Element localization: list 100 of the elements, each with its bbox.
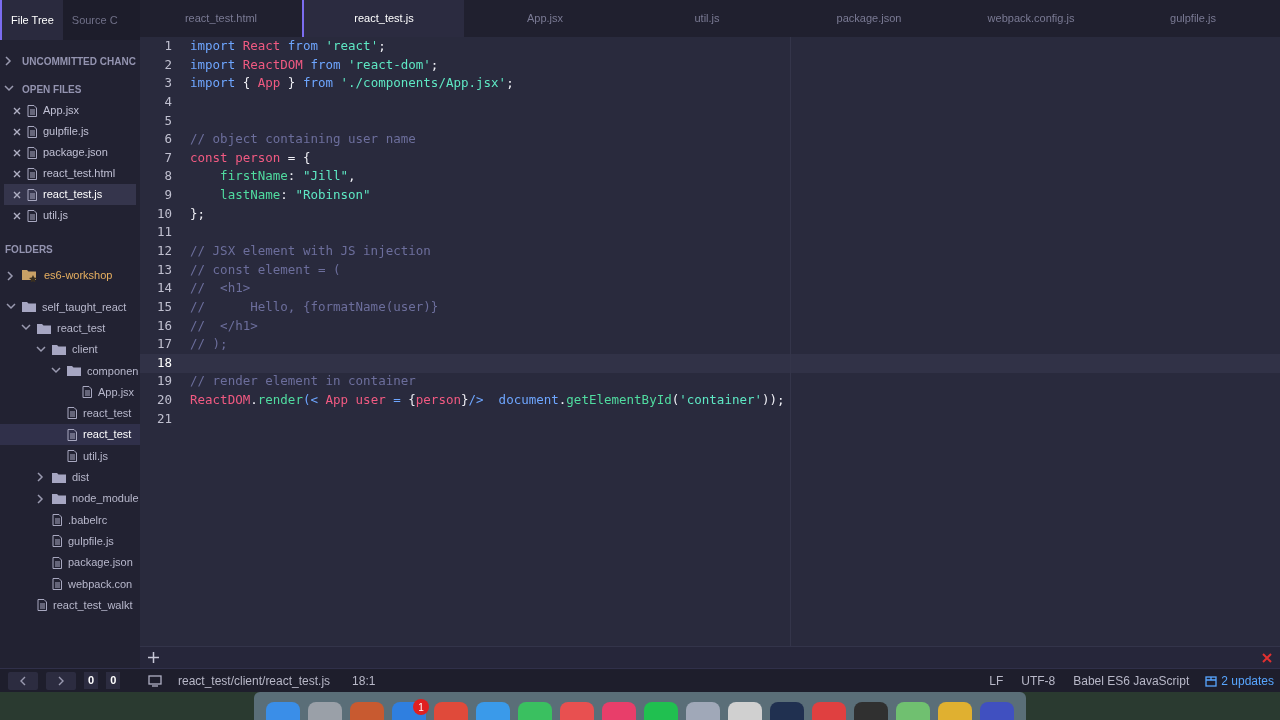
tree-item[interactable]: self_taught_react: [0, 296, 140, 318]
file-name: gulpfile.js: [68, 533, 114, 549]
folder-icon: [52, 493, 66, 505]
line-number: 13: [155, 260, 173, 279]
editor-tab[interactable]: gulpfile.js: [1112, 0, 1274, 37]
editor-tab[interactable]: util.js: [626, 0, 788, 37]
editor-tab[interactable]: react_test.js: [302, 0, 464, 37]
tree-item[interactable]: react_test: [0, 317, 140, 339]
file-name: react_test.html: [43, 166, 116, 182]
folder-star-icon: [22, 269, 38, 283]
tree-item[interactable]: package.json: [0, 551, 140, 574]
file-name: package.json: [43, 145, 108, 161]
tree-item[interactable]: node_module: [0, 487, 140, 510]
tree-item[interactable]: es6-workshop: [0, 265, 140, 287]
tree-item[interactable]: dist: [0, 466, 140, 488]
close-icon: [13, 211, 21, 220]
line-number: 1: [163, 36, 173, 55]
file-icon: [27, 167, 37, 180]
code-line: import React from 'react';: [190, 36, 386, 55]
tree-item[interactable]: gulpfile.js: [0, 530, 140, 552]
line-number: 2: [163, 55, 173, 74]
folder-icon: [52, 344, 66, 356]
file-icon: [52, 513, 62, 526]
open-file-item[interactable]: util.js: [4, 205, 136, 226]
file-name: node_module: [72, 491, 139, 507]
editor-tab[interactable]: react_test.html: [140, 0, 302, 37]
code-line: import { App } from './components/App.jsx';: [190, 74, 514, 93]
code-line: import ReactDOM from 'react-dom';: [190, 55, 439, 74]
count-badge: 0: [84, 672, 99, 689]
sidebar-tab[interactable]: File Tree: [0, 0, 63, 40]
file-icon: [37, 599, 47, 612]
close-icon[interactable]: [1262, 652, 1272, 663]
file-icon: [27, 104, 37, 117]
sidebar-tab[interactable]: Source C: [62, 0, 127, 40]
package-icon: [1205, 674, 1218, 687]
file-name: react_test: [57, 321, 106, 336]
line-number: 4: [163, 92, 173, 111]
code-line: lastName: "Robinson": [219, 186, 371, 205]
code-line: // render element in container: [190, 372, 416, 391]
open-file-item[interactable]: gulpfile.js: [4, 121, 136, 142]
line-number: 6: [163, 130, 173, 149]
code-line: // JSX element with JS injection: [190, 242, 431, 260]
tree-item[interactable]: react_test_walkt: [0, 594, 140, 616]
grammar[interactable]: Babel ES6 JavaScript: [1073, 671, 1190, 690]
editor-tab[interactable]: package.json: [788, 0, 950, 37]
close-icon: [13, 106, 21, 115]
folder-icon: [52, 471, 66, 483]
code-line: firstName: "Jill",: [219, 167, 356, 186]
tree-item[interactable]: componen: [0, 360, 140, 382]
file-icon: [27, 146, 37, 159]
file-name: react_test: [83, 427, 132, 443]
file-name: App.jsx: [43, 103, 80, 119]
editor-tab[interactable]: webpack.config.js: [950, 0, 1112, 37]
tree-item[interactable]: react_test: [0, 424, 140, 446]
tree-item[interactable]: webpack.con: [0, 573, 140, 595]
section-title: UNCOMMITTED CHANC: [22, 54, 136, 69]
file-icon: [52, 556, 62, 569]
file-name: self_taught_react: [42, 299, 127, 315]
line-number: 19: [155, 372, 173, 391]
file-name: react_test: [83, 406, 132, 422]
line-number: 21: [155, 409, 173, 428]
code-line: // <h1>: [190, 279, 251, 298]
line-number: 3: [163, 74, 173, 93]
code-line: const person = {: [190, 148, 311, 167]
open-file-item[interactable]: react_test.js: [4, 184, 136, 205]
file-icon: [27, 209, 37, 222]
notification-badge: 1: [413, 699, 429, 715]
add-icon[interactable]: [148, 652, 159, 663]
line-ending[interactable]: LF: [989, 671, 1004, 690]
folder-icon: [67, 365, 81, 377]
section-header[interactable]: OPEN FILES: [0, 78, 140, 100]
file-icon: [67, 407, 77, 420]
file-name: .babelrc: [68, 512, 108, 528]
open-file-item[interactable]: App.jsx: [4, 100, 136, 121]
tree-item[interactable]: react_test: [0, 402, 140, 425]
folder-icon: [22, 301, 36, 313]
close-icon: [13, 190, 21, 199]
updates-link[interactable]: 2 updates: [1205, 671, 1274, 690]
cursor-position[interactable]: 18:1: [352, 671, 376, 690]
encoding[interactable]: UTF-8: [1021, 671, 1056, 690]
file-name: client: [72, 342, 98, 358]
code-line: // object containing user name: [190, 130, 416, 149]
tree-item[interactable]: .babelrc: [0, 509, 140, 531]
file-path[interactable]: react_test/client/react_test.js: [178, 671, 331, 690]
section-header[interactable]: UNCOMMITTED CHANC: [0, 50, 140, 72]
tree-item[interactable]: App.jsx: [0, 381, 140, 403]
line-number: 10: [155, 204, 173, 223]
tree-item[interactable]: util.js: [0, 445, 140, 467]
tree-item[interactable]: client: [0, 338, 140, 361]
folder-icon: [37, 322, 51, 334]
line-number: 5: [163, 111, 173, 130]
editor-tab[interactable]: App.jsx: [464, 0, 626, 37]
line-number: 12: [155, 242, 173, 260]
close-icon: [13, 148, 21, 157]
file-name: react_test_walkt: [53, 597, 133, 613]
code-line: ReactDOM.render(< App user = {person}/> document.getElementById('container'));: [190, 391, 785, 410]
open-file-item[interactable]: react_test.html: [4, 163, 136, 184]
line-number: 8: [163, 167, 173, 186]
line-number: 20: [155, 391, 173, 410]
open-file-item[interactable]: package.json: [4, 142, 136, 163]
